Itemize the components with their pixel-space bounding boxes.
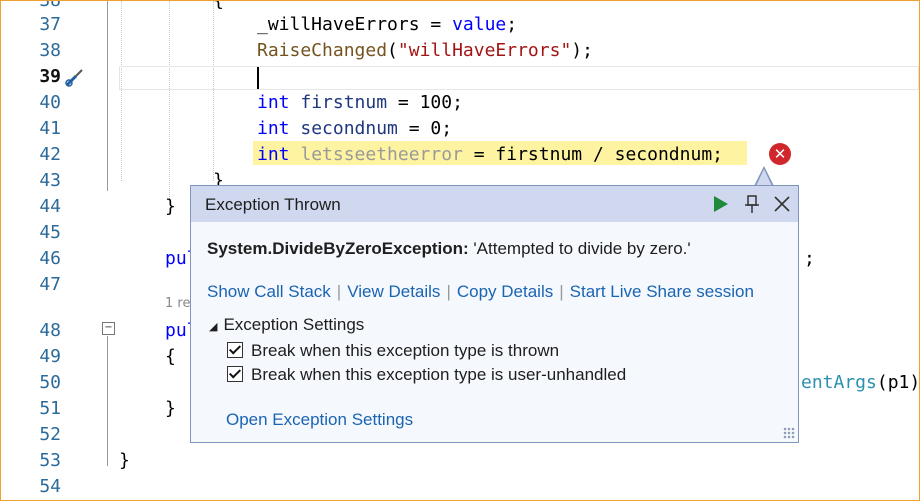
show-call-stack-link[interactable]: Show Call Stack <box>207 282 331 301</box>
code-variable: firstnum <box>289 92 388 113</box>
line-number: 53 <box>39 450 61 471</box>
collapse-triangle-icon[interactable]: ◢ <box>209 321 217 333</box>
line-number: 48 <box>39 320 61 341</box>
copy-details-link[interactable]: Copy Details <box>457 282 553 301</box>
line-number: 41 <box>39 118 61 139</box>
code-line-50-tail: entArgs(p1) <box>801 370 920 396</box>
code-line-46-tail: ; <box>804 248 815 269</box>
code-token: = <box>419 14 453 35</box>
code-token: = firstnum / secondnum; <box>462 144 723 165</box>
code-line-49: { <box>165 346 176 367</box>
code-string: "willHaveErrors" <box>397 40 572 61</box>
code-line-40: int firstnum = 100; <box>257 90 463 116</box>
play-icon[interactable] <box>709 193 731 215</box>
code-keyword: int <box>257 144 290 165</box>
code-variable: secondnum <box>289 118 398 139</box>
error-x-icon[interactable]: ✕ <box>769 143 791 165</box>
line-number: 42 <box>39 144 61 165</box>
current-line-highlight <box>119 66 919 90</box>
code-token: ( <box>387 40 398 61</box>
code-token: (p1) <box>876 372 920 393</box>
exception-type: System.DivideByZeroException: <box>207 239 469 258</box>
code-editor-window: 38 37 38 39 40 41 42 43 44 45 46 47 48 4… <box>0 0 920 501</box>
exception-settings-label: Exception Settings <box>223 315 365 334</box>
outline-line <box>107 336 108 466</box>
indent-guide <box>213 1 214 181</box>
break-thrown-checkbox[interactable] <box>227 342 243 358</box>
code-token: _willHaveErrors <box>257 14 420 35</box>
link-separator: | <box>559 282 564 301</box>
outline-line <box>107 1 108 191</box>
line-number: 37 <box>39 14 61 35</box>
line-number: 47 <box>39 274 61 295</box>
line-number: 40 <box>39 92 61 113</box>
popup-pointer-fill <box>756 169 772 186</box>
open-exception-settings-link[interactable]: Open Exception Settings <box>226 410 413 430</box>
link-separator: | <box>336 282 342 301</box>
collapse-toggle-icon[interactable]: − <box>102 322 115 335</box>
line-number: 50 <box>39 372 61 393</box>
code-line-37: _willHaveErrors = value; <box>257 12 517 38</box>
line-number: 44 <box>39 196 61 217</box>
line-number: 51 <box>39 398 61 419</box>
code-method: RaiseChanged <box>257 40 388 61</box>
code-token: = 100; <box>387 92 463 113</box>
code-unused-variable: letsseetheerror <box>289 144 463 165</box>
break-unhandled-label: Break when this exception type is user-u… <box>251 365 627 384</box>
view-details-link[interactable]: View Details <box>347 282 440 301</box>
break-unhandled-checkbox-row[interactable]: Break when this exception type is user-u… <box>227 365 626 385</box>
text-caret <box>257 67 259 89</box>
line-number-current: 39 <box>39 66 61 87</box>
live-share-link[interactable]: Start Live Share session <box>570 282 754 301</box>
code-line-51: } <box>165 398 176 419</box>
exception-helper-popup: Exception Thrown System.DivideByZeroExce… <box>190 185 799 443</box>
code-type: entArgs <box>801 372 877 393</box>
code-line-44: } <box>165 196 176 217</box>
link-separator: | <box>446 282 451 301</box>
pin-icon[interactable] <box>741 193 763 215</box>
line-number: 45 <box>39 222 61 243</box>
code-keyword: value <box>452 14 507 35</box>
code-brace: { <box>213 0 224 11</box>
line-number: 38 <box>39 40 61 61</box>
code-token: = 0; <box>397 118 453 139</box>
code-token: ; <box>506 14 518 35</box>
exception-message: System.DivideByZeroException: 'Attempted… <box>207 239 691 259</box>
line-number: 49 <box>39 346 61 367</box>
popup-title: Exception Thrown <box>205 195 341 214</box>
break-unhandled-checkbox[interactable] <box>227 366 243 382</box>
code-line-42: int letsseetheerror = firstnum / secondn… <box>257 142 723 168</box>
break-thrown-label: Break when this exception type is thrown <box>251 341 560 360</box>
code-line-38: RaiseChanged("willHaveErrors"); <box>257 38 593 64</box>
line-number: 43 <box>39 170 61 191</box>
code-line-41: int secondnum = 0; <box>257 116 452 142</box>
exception-actions: Show Call Stack | View Details | Copy Detail… <box>207 282 754 302</box>
code-line-53: } <box>119 450 130 471</box>
exception-settings-header[interactable]: ◢ Exception Settings <box>209 315 364 335</box>
code-token: ); <box>571 40 593 61</box>
popup-title-bar: Exception Thrown <box>191 186 798 222</box>
resize-grip-icon[interactable] <box>783 427 795 439</box>
indent-guide <box>169 1 170 201</box>
line-number: 54 <box>39 476 61 497</box>
code-keyword: int <box>257 92 290 113</box>
quick-actions-screwdriver-icon[interactable] <box>63 67 85 89</box>
codelens-references[interactable]: 1 re <box>165 295 190 313</box>
close-icon[interactable] <box>771 193 793 215</box>
indent-guide <box>121 1 122 181</box>
exception-text: 'Attempted to divide by zero.' <box>468 239 691 258</box>
line-number: 52 <box>39 424 61 445</box>
code-keyword: int <box>257 118 290 139</box>
line-number: 46 <box>39 248 61 269</box>
break-thrown-checkbox-row[interactable]: Break when this exception type is thrown <box>227 341 559 361</box>
